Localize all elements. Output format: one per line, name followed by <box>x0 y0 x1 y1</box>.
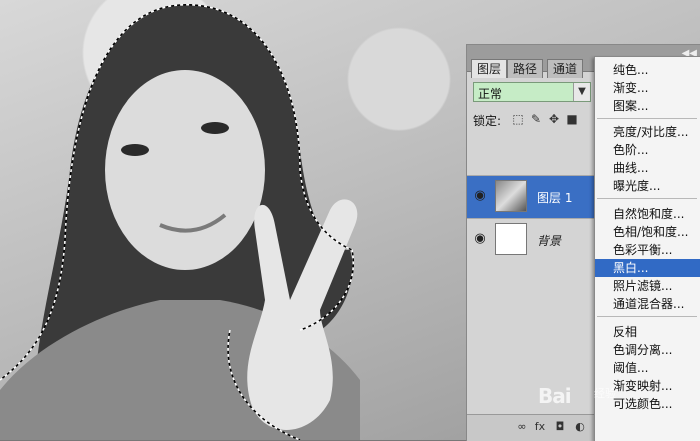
blend-mode-value: 正常 <box>478 87 503 101</box>
chevron-down-icon[interactable]: ▼ <box>573 83 590 101</box>
layer-thumbnail <box>495 223 527 255</box>
menu-item-solid-color[interactable]: 纯色... <box>595 61 700 79</box>
menu-item-vibrance[interactable]: 自然饱和度... <box>595 205 700 223</box>
menu-item-gradient[interactable]: 渐变... <box>595 79 700 97</box>
menu-item-black-white[interactable]: 黑白... <box>595 259 700 277</box>
menu-item-threshold[interactable]: 阈值... <box>595 359 700 377</box>
tab-paths[interactable]: 路径 <box>507 59 544 78</box>
lock-move-icon[interactable]: ✥ <box>547 112 561 126</box>
layer-thumbnail <box>495 180 527 212</box>
tab-channels[interactable]: 通道 <box>547 59 584 78</box>
lock-transparency-icon[interactable]: ⬚ <box>511 112 525 126</box>
menu-separator <box>597 118 697 119</box>
watermark-subtext: 经验 <box>594 387 616 400</box>
lock-brush-icon[interactable]: ✎ <box>529 112 543 126</box>
menu-item-exposure[interactable]: 曝光度... <box>595 177 700 195</box>
lock-label: 锁定: <box>473 114 502 128</box>
menu-separator <box>597 198 697 199</box>
link-icon[interactable]: ∞ <box>515 420 529 434</box>
adjustment-icon[interactable]: ◐ <box>573 420 587 434</box>
fx-icon[interactable]: fx <box>533 420 547 434</box>
baidu-watermark: Bai 经验 <box>532 382 632 412</box>
menu-item-curves[interactable]: 曲线... <box>595 159 700 177</box>
menu-separator <box>597 316 697 317</box>
menu-item-color-balance[interactable]: 色彩平衡... <box>595 241 700 259</box>
menu-item-photo-filter[interactable]: 照片滤镜... <box>595 277 700 295</box>
blend-mode-select[interactable]: 正常 ▼ <box>473 82 591 102</box>
watermark-logo: Bai <box>538 384 572 408</box>
menu-item-pattern[interactable]: 图案... <box>595 97 700 115</box>
lock-all-icon[interactable]: ■ <box>565 112 579 126</box>
eye-icon[interactable]: ◉ <box>472 188 488 204</box>
menu-item-levels[interactable]: 色阶... <box>595 141 700 159</box>
mask-icon[interactable]: ◘ <box>553 420 567 434</box>
layer-row-1[interactable]: ◉ 图层 1 <box>467 175 597 218</box>
layer-row-background[interactable]: ◉ 背景 <box>467 218 597 261</box>
menu-item-brightness-contrast[interactable]: 亮度/对比度... <box>595 123 700 141</box>
eye-icon[interactable]: ◉ <box>472 231 488 247</box>
layer-name: 背景 <box>537 234 562 248</box>
menu-item-hue-saturation[interactable]: 色相/饱和度... <box>595 223 700 241</box>
menu-item-invert[interactable]: 反相 <box>595 323 700 341</box>
menu-item-posterize[interactable]: 色调分离... <box>595 341 700 359</box>
menu-item-channel-mixer[interactable]: 通道混合器... <box>595 295 700 313</box>
tab-layers[interactable]: 图层 <box>471 59 508 78</box>
layer-name: 图层 1 <box>537 191 573 205</box>
